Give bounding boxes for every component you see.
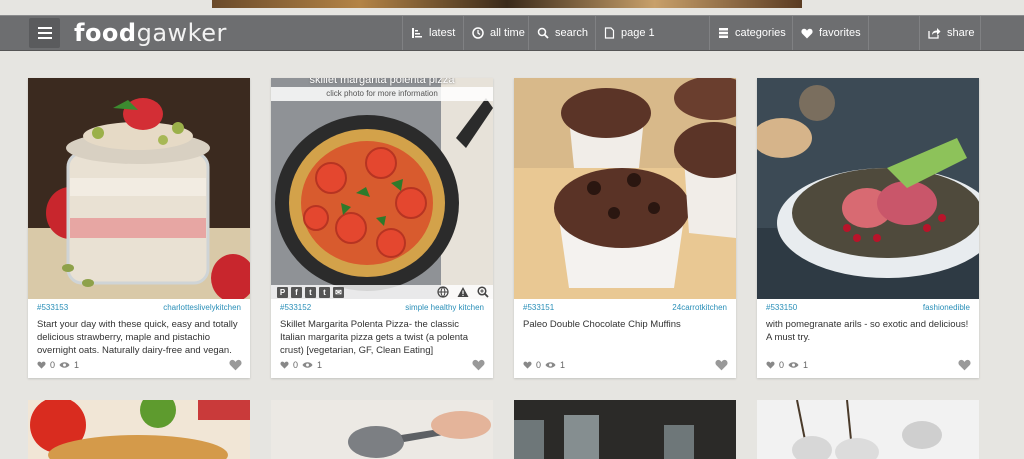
views-count: 1 [560,360,566,370]
recipe-photo[interactable] [514,400,736,459]
top-banner-ad[interactable] [212,0,802,8]
nav-search[interactable]: search [528,16,596,50]
card-meta: #533151 24carrotkitchen [523,303,727,312]
heart-icon [37,361,46,369]
clock-icon [472,27,484,39]
warning-icon[interactable] [457,286,469,298]
share-bar: P f t t ✉ [271,285,493,299]
card-meta: #533150 fashionedible [766,303,970,312]
favorite-heart-icon[interactable] [715,359,728,371]
search-icon [537,27,549,39]
card-stats: 0 1 [280,360,322,370]
tumblr-icon[interactable]: t [319,286,330,298]
top-navbar: foodgawker latest all time search page 1… [0,15,1024,51]
recipe-description[interactable]: with pomegranate arils - so exotic and d… [766,318,970,344]
nav-divider-end [980,16,981,50]
recipe-card-partial[interactable] [28,400,250,459]
nav-share[interactable]: share [919,16,983,50]
twitter-icon[interactable]: t [305,286,316,298]
nav-all-time[interactable]: all time [463,16,533,50]
page-icon [604,27,615,39]
recipe-photo[interactable] [271,400,493,459]
source-link[interactable]: 24carrotkitchen [672,303,727,312]
email-icon[interactable]: ✉ [333,286,344,298]
source-link[interactable]: simple healthy kitchen [405,303,484,312]
nav-latest[interactable]: latest [402,16,463,50]
recipe-card[interactable]: #533153 charlotteslivelykitchen Start yo… [28,78,250,378]
eye-icon [545,362,556,368]
menu-button[interactable] [29,18,60,48]
recipe-id[interactable]: #533152 [280,303,311,312]
recipe-card-partial[interactable] [271,400,493,459]
nav-favorites[interactable]: favorites [792,16,869,50]
recipe-photo[interactable]: skillet margarita polenta pizza click ph… [271,78,493,299]
pinterest-icon[interactable]: P [277,286,288,298]
nav-categories[interactable]: categories [709,16,794,50]
nav-divider [868,16,869,50]
recipe-photo[interactable] [514,78,736,299]
recipe-photo[interactable] [757,78,979,299]
sort-icon [412,28,422,38]
card-stats: 0 1 [37,360,79,370]
share-icon [928,28,941,39]
heart-icon [766,361,775,369]
recipe-id[interactable]: #533151 [523,303,554,312]
source-link[interactable]: fashionedible [923,303,970,312]
eye-icon [302,362,313,368]
favorite-heart-icon[interactable] [229,359,242,371]
recipe-photo[interactable] [28,78,250,299]
categories-icon [719,28,728,38]
recipe-description[interactable]: Start your day with these quick, easy an… [37,318,241,357]
recipe-photo[interactable] [757,400,979,459]
recipe-description[interactable]: Paleo Double Chocolate Chip Muffins [523,318,727,331]
favorite-heart-icon[interactable] [472,359,485,371]
card-meta: #533153 charlotteslivelykitchen [37,303,241,312]
overlay-title: skillet margarita polenta pizza [309,78,455,86]
globe-icon[interactable] [437,286,449,298]
views-count: 1 [803,360,809,370]
favorites-count: 0 [536,360,542,370]
heart-icon [523,361,532,369]
favorites-count: 0 [50,360,56,370]
card-stats: 0 1 [766,360,808,370]
zoom-icon[interactable] [477,286,489,298]
heart-icon [280,361,289,369]
eye-icon [788,362,799,368]
heart-icon [801,28,813,38]
site-logo[interactable]: foodgawker [74,19,227,47]
overlay-hint[interactable]: click photo for more information [271,87,493,101]
eye-icon [59,362,70,368]
recipe-description[interactable]: Skillet Margarita Polenta Pizza- the cla… [280,318,484,357]
recipe-card[interactable]: #533151 24carrotkitchen Paleo Double Cho… [514,78,736,378]
recipe-id[interactable]: #533150 [766,303,797,312]
recipe-card-partial[interactable] [514,400,736,459]
card-stats: 0 1 [523,360,565,370]
facebook-icon[interactable]: f [291,286,302,298]
nav-page[interactable]: page 1 [595,16,663,50]
card-meta: #533152 simple healthy kitchen [280,303,484,312]
views-count: 1 [317,360,323,370]
views-count: 1 [74,360,80,370]
favorites-count: 0 [293,360,299,370]
favorites-count: 0 [779,360,785,370]
recipe-card[interactable]: #533150 fashionedible with pomegranate a… [757,78,979,378]
recipe-id[interactable]: #533153 [37,303,68,312]
recipe-photo[interactable] [28,400,250,459]
source-link[interactable]: charlotteslivelykitchen [163,303,241,312]
recipe-card[interactable]: skillet margarita polenta pizza click ph… [271,78,493,378]
recipe-card-partial[interactable] [757,400,979,459]
favorite-heart-icon[interactable] [958,359,971,371]
